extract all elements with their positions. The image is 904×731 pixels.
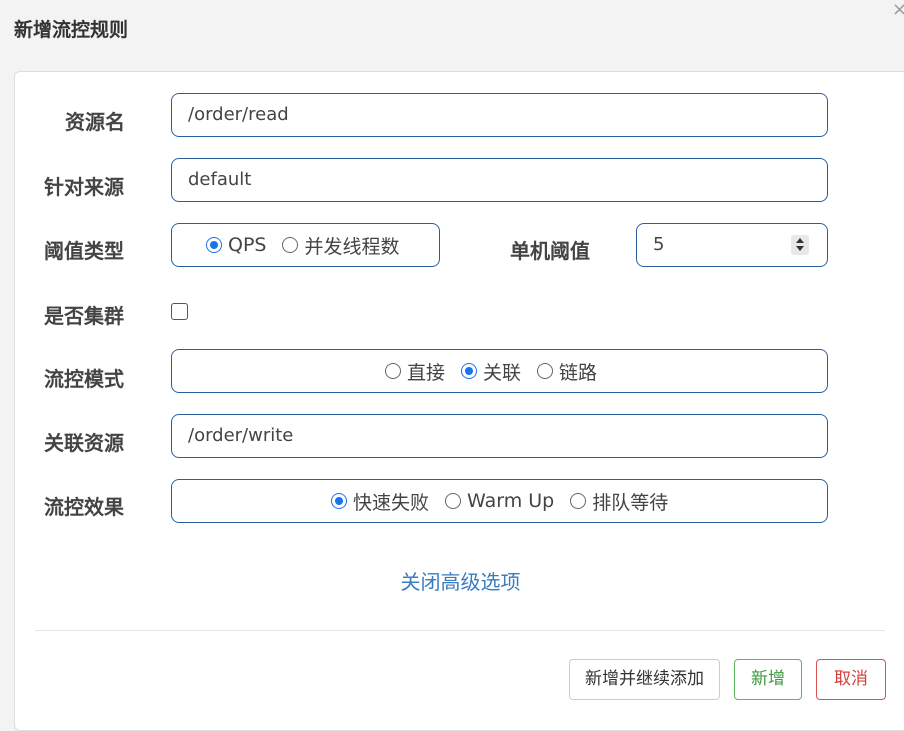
radio-unchecked-icon[interactable]: [537, 363, 554, 379]
strategy-option-direct[interactable]: 直接: [385, 358, 445, 385]
threshold-value: 5: [653, 234, 665, 255]
limit-app-input[interactable]: default: [171, 158, 828, 202]
radio-unchecked-icon[interactable]: [385, 363, 401, 379]
grade-radio-group: QPS 并发线程数: [171, 223, 440, 267]
add-button[interactable]: 新增: [734, 659, 802, 700]
radio-checked-icon[interactable]: [331, 493, 347, 509]
save-and-continue-button[interactable]: 新增并继续添加: [569, 659, 720, 700]
strategy-option-relate[interactable]: 关联: [461, 358, 521, 385]
limit-app-label: 针对来源: [44, 175, 124, 199]
radio-checked-icon[interactable]: [206, 237, 222, 253]
grade-option-thread-label: 并发线程数: [304, 235, 400, 258]
ref-resource-label: 关联资源: [44, 431, 124, 455]
stepper-icon[interactable]: [791, 235, 809, 255]
ref-resource-input[interactable]: /order/write: [171, 414, 828, 458]
dialog-title: 新增流控规则: [14, 19, 129, 41]
behavior-option-queue[interactable]: 排队等待: [570, 488, 668, 515]
grade-label: 阈值类型: [44, 239, 124, 263]
behavior-option-fast-fail-label: 快速失败: [353, 491, 430, 514]
strategy-option-direct-label: 直接: [407, 361, 446, 384]
behavior-option-queue-label: 排队等待: [592, 491, 669, 514]
resource-name-input[interactable]: /order/read: [171, 93, 828, 137]
strategy-option-relate-label: 关联: [483, 361, 522, 384]
cancel-button[interactable]: 取消: [816, 659, 886, 700]
cluster-checkbox[interactable]: [171, 303, 188, 320]
resource-name-label: 资源名: [65, 110, 125, 134]
grade-option-qps-label: QPS: [228, 234, 267, 256]
radio-checked-icon[interactable]: [461, 363, 478, 379]
divider: [35, 630, 885, 631]
control-behavior-label: 流控效果: [44, 495, 124, 519]
strategy-option-chain[interactable]: 链路: [537, 358, 597, 385]
ref-resource-value: /order/write: [188, 425, 294, 446]
close-icon[interactable]: ×: [892, 0, 904, 20]
resource-name-value: /order/read: [188, 104, 289, 125]
cluster-label: 是否集群: [44, 304, 124, 328]
behavior-option-warm-up-label: Warm Up: [467, 490, 555, 512]
strategy-option-chain-label: 链路: [559, 361, 598, 384]
grade-option-qps[interactable]: QPS: [206, 234, 266, 256]
strategy-radio-group: 直接 关联 链路: [171, 349, 828, 393]
threshold-label: 单机阈值: [510, 239, 590, 263]
behavior-option-warm-up[interactable]: Warm Up: [445, 490, 554, 512]
control-behavior-radio-group: 快速失败 Warm Up 排队等待: [171, 479, 828, 523]
radio-unchecked-icon[interactable]: [282, 237, 299, 253]
grade-option-thread[interactable]: 并发线程数: [282, 232, 400, 259]
radio-unchecked-icon[interactable]: [445, 493, 462, 509]
radio-unchecked-icon[interactable]: [570, 493, 587, 509]
advanced-options-link[interactable]: 关闭高级选项: [0, 566, 904, 595]
strategy-label: 流控模式: [44, 367, 124, 391]
limit-app-value: default: [188, 169, 252, 190]
threshold-input[interactable]: 5: [636, 223, 828, 267]
behavior-option-fast-fail[interactable]: 快速失败: [331, 488, 429, 515]
